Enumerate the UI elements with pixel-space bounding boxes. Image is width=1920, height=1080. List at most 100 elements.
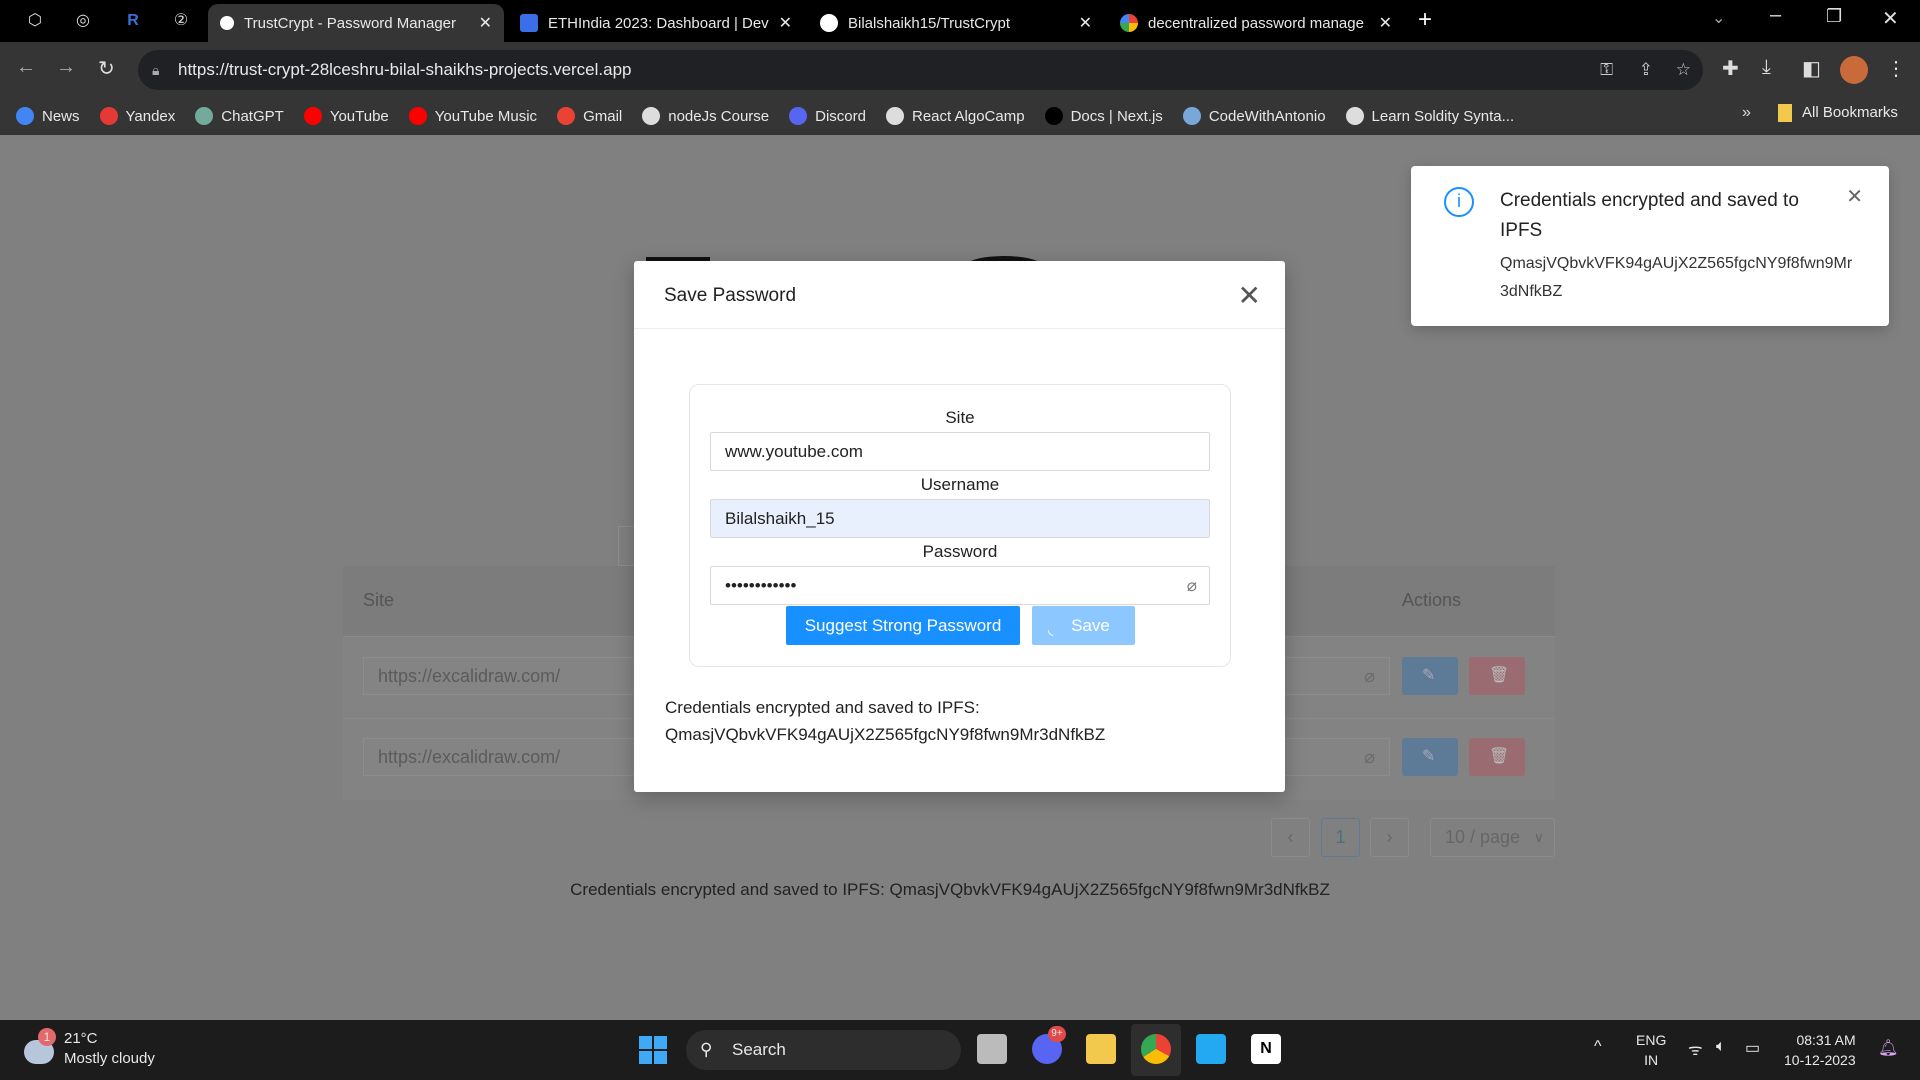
forward-button[interactable]: →	[56, 56, 76, 79]
star-icon[interactable]: ☆	[1676, 50, 1691, 90]
bookmark-item[interactable]: YouTube	[303, 107, 389, 125]
eye-invisible-icon[interactable]: ⌀	[1187, 567, 1197, 604]
bookmark-item[interactable]: Discord	[789, 107, 866, 125]
save-result: Credentials encrypted and saved to IPFS:…	[665, 694, 1105, 748]
bookmark-item[interactable]: Gmail	[557, 107, 622, 125]
delete-button[interactable]: 🗑︎	[1469, 738, 1525, 776]
password-field[interactable]: ⌀	[1280, 738, 1390, 776]
lang-primary: ENG	[1636, 1032, 1667, 1048]
github-icon	[820, 14, 838, 32]
minimize-button[interactable]: –	[1770, 4, 1781, 27]
close-tab-icon[interactable]: ✕	[479, 13, 492, 33]
tab-search-icon[interactable]: ⌄	[1712, 8, 1725, 28]
restore-button[interactable]: ❐	[1826, 6, 1842, 27]
side-panel-icon[interactable]: ◧	[1802, 56, 1821, 81]
battery-icon[interactable]: ▭	[1745, 1038, 1760, 1058]
password-label: Password	[922, 542, 998, 561]
prev-page-button[interactable]: ‹	[1271, 818, 1310, 857]
password-field[interactable]: ⌀	[1280, 657, 1390, 695]
taskbar-search[interactable]: ⚲ Search	[686, 1030, 961, 1070]
discord-badge: 9+	[1048, 1026, 1066, 1042]
chrome-icon[interactable]	[1141, 1034, 1171, 1064]
tab-github[interactable]: Bilalshaikh15/TrustCrypt ✕	[808, 4, 1104, 42]
next-page-button[interactable]: ›	[1370, 818, 1409, 857]
folder-icon	[1778, 104, 1792, 122]
close-tab-icon[interactable]: ✕	[779, 13, 792, 33]
windows-start-icon[interactable]	[639, 1036, 667, 1064]
pinned-tab-1[interactable]: ⬡	[22, 8, 48, 34]
bookmark-favicon-icon	[642, 107, 661, 125]
close-icon[interactable]: ✕	[1238, 279, 1261, 312]
all-bookmarks[interactable]: All Bookmarks	[1778, 104, 1898, 122]
more-bookmarks-icon[interactable]: »	[1742, 104, 1751, 122]
bookmark-favicon-icon	[1345, 107, 1364, 125]
tab-google[interactable]: decentralized password manage ✕	[1108, 4, 1404, 42]
bookmark-item[interactable]: React AlgoCamp	[886, 107, 1025, 125]
date: 10-12-2023	[1784, 1052, 1856, 1068]
extensions-icon[interactable]: ✚	[1722, 56, 1739, 81]
pinned-tab-4[interactable]: ②	[168, 8, 194, 34]
vscode-icon[interactable]	[1196, 1034, 1226, 1064]
close-tab-icon[interactable]: ✕	[1379, 13, 1392, 33]
chevron-up-icon[interactable]: ^	[1594, 1038, 1602, 1056]
site-input[interactable]: www.youtube.com	[710, 432, 1210, 471]
pinned-tab-2[interactable]: ◎	[70, 8, 96, 34]
eye-invisible-icon[interactable]: ⌀	[1364, 658, 1375, 694]
bookmark-label: YouTube Music	[434, 107, 538, 125]
profile-avatar[interactable]	[1840, 56, 1868, 84]
page-size-select[interactable]: 10 / page ∨	[1430, 818, 1555, 857]
bookmark-item[interactable]: Yandex	[99, 107, 175, 125]
tab-trustcrypt[interactable]: TrustCrypt - Password Manager ✕	[208, 4, 504, 42]
table-row-site[interactable]: https://excalidraw.com/	[363, 657, 663, 695]
close-tab-icon[interactable]: ✕	[1079, 13, 1092, 33]
column-header-site: Site	[363, 590, 395, 610]
bookmark-item[interactable]: nodeJs Course	[642, 107, 769, 125]
bookmark-item[interactable]: ChatGPT	[195, 107, 284, 125]
eye-invisible-icon[interactable]: ⌀	[1364, 739, 1375, 775]
edit-button[interactable]: ✎	[1402, 738, 1458, 776]
wifi-icon[interactable]: ᯤ	[1688, 1038, 1703, 1060]
temperature[interactable]: 21°C	[64, 1030, 98, 1047]
clock[interactable]: 08:31 AM 10-12-2023	[1784, 1030, 1856, 1070]
weather-text[interactable]: Mostly cloudy	[64, 1050, 155, 1067]
page-1-button[interactable]: 1	[1321, 818, 1360, 857]
close-window-button[interactable]: ✕	[1882, 6, 1899, 31]
new-tab-button[interactable]: +	[1418, 6, 1432, 34]
file-explorer-icon[interactable]	[1086, 1034, 1116, 1064]
share-icon[interactable]: ⇪	[1639, 50, 1653, 90]
bookmark-item[interactable]: News	[16, 107, 80, 125]
tab-ethindia[interactable]: ETHIndia 2023: Dashboard | Dev ✕	[508, 4, 804, 42]
reload-button[interactable]: ↻	[98, 56, 115, 81]
delete-button[interactable]: 🗑︎	[1469, 657, 1525, 695]
password-input[interactable]: •••••••••••• ⌀	[710, 566, 1210, 605]
download-icon[interactable]: ⤓	[1762, 56, 1771, 79]
bookmark-item[interactable]: Docs | Next.js	[1044, 107, 1163, 125]
all-bookmarks-label: All Bookmarks	[1802, 104, 1898, 121]
edit-button[interactable]: ✎	[1402, 657, 1458, 695]
language-indicator[interactable]: ENG IN	[1636, 1030, 1666, 1070]
notion-icon[interactable]: N	[1251, 1034, 1281, 1064]
close-icon[interactable]: ✕	[1846, 184, 1863, 209]
bookmark-item[interactable]: Learn Soldity Synta...	[1345, 107, 1515, 125]
loading-spinner-icon: ◟	[1048, 621, 1054, 637]
notification-bell-icon[interactable]: 🔔︎	[1878, 1038, 1898, 1058]
bookmark-favicon-icon	[99, 107, 118, 125]
back-button[interactable]: ←	[16, 56, 36, 79]
address-bar[interactable]: 🔒︎ https://trust-crypt-28lceshru-bilal-s…	[138, 50, 1703, 90]
username-input[interactable]: Bilalshaikh_15	[710, 499, 1210, 538]
menu-icon[interactable]: ⋮	[1886, 56, 1906, 81]
task-view-icon[interactable]	[977, 1034, 1007, 1064]
bookmark-item[interactable]: YouTube Music	[408, 107, 538, 125]
bookmark-label: Learn Soldity Synta...	[1371, 107, 1515, 125]
bookmark-item[interactable]: CodeWithAntonio	[1182, 107, 1326, 125]
suggest-password-button[interactable]: Suggest Strong Password	[786, 606, 1020, 645]
bookmark-label: News	[42, 107, 80, 125]
pinned-tab-3[interactable]: R	[120, 8, 146, 34]
table-row-site[interactable]: https://excalidraw.com/	[363, 738, 663, 776]
save-button[interactable]: ◟ Save	[1032, 606, 1135, 645]
key-icon[interactable]: ⚿	[1600, 50, 1613, 90]
result-message: Credentials encrypted and saved to IPFS:	[665, 698, 980, 717]
taskbar: 1 21°C Mostly cloudy ⚲ Search 9+ N ^ ENG I…	[0, 1020, 1920, 1080]
volume-icon[interactable]: 🔈︎	[1716, 1038, 1726, 1056]
bookmarks-bar: News Yandex ChatGPT YouTube YouTube Music Gma…	[0, 97, 1920, 135]
